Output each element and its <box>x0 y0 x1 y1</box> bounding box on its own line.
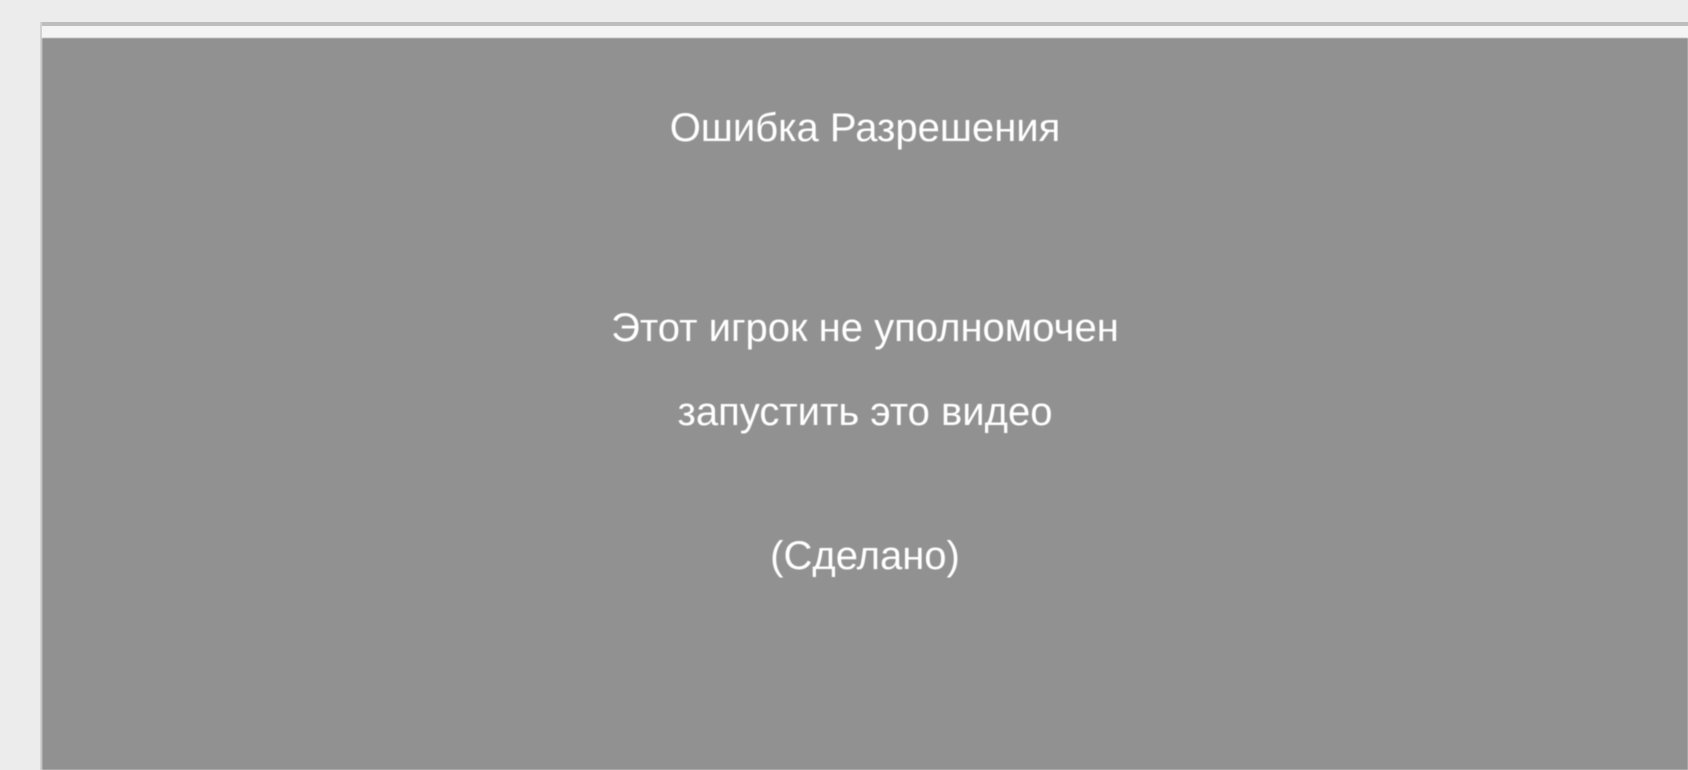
video-player-frame: Ошибка Разрешения Этот игрок не уполномо… <box>40 22 1688 770</box>
error-message-line-2: запустить это видео <box>677 390 1053 434</box>
permission-error-panel: Ошибка Разрешения Этот игрок не уполномо… <box>42 38 1688 770</box>
error-message-line-1: Этот игрок не уполномочен <box>611 306 1119 350</box>
error-message: Этот игрок не уполномочен запустить это … <box>42 286 1688 454</box>
player-top-border <box>42 22 1688 26</box>
done-button[interactable]: (Сделано) <box>770 532 960 580</box>
error-title: Ошибка Разрешения <box>669 106 1061 150</box>
